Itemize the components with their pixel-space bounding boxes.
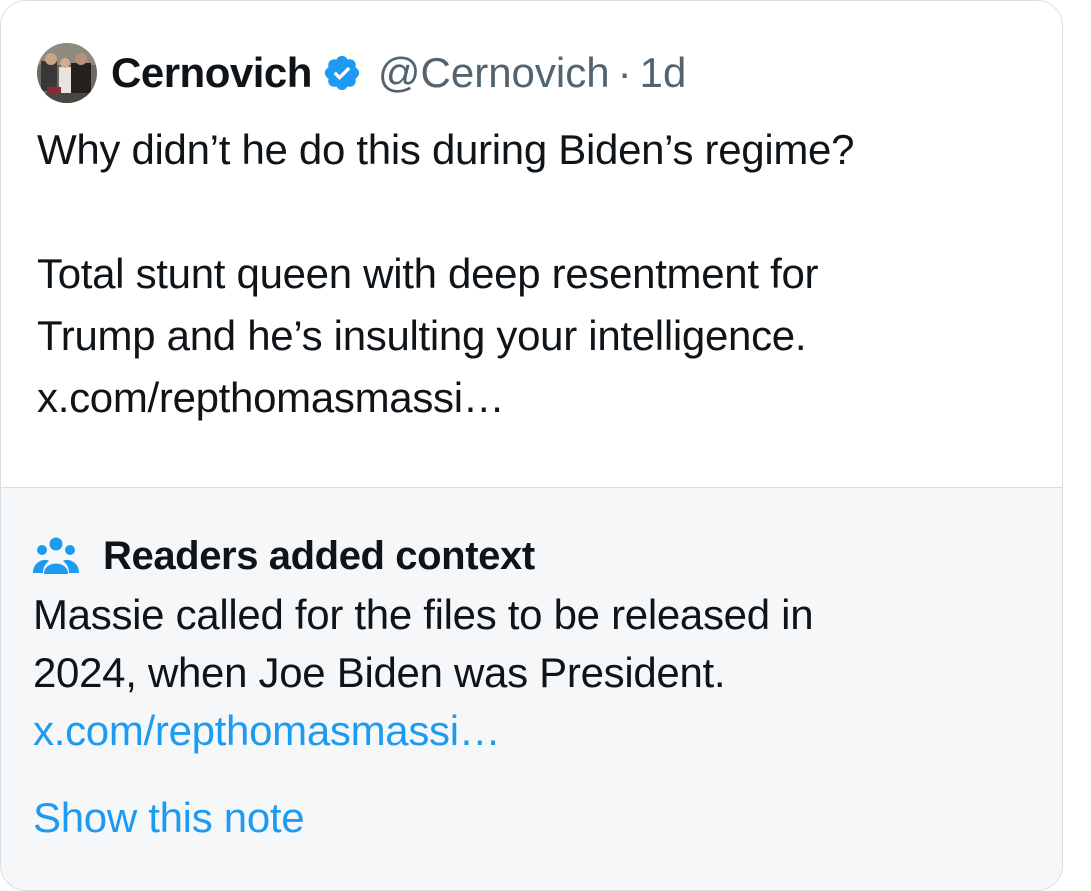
tweet-header: Cernovich @Cernovich · 1d — [37, 43, 686, 103]
people-icon — [33, 536, 79, 576]
timestamp[interactable]: 1d — [640, 49, 687, 97]
note-line: 2024, when Joe Biden was President. — [33, 649, 726, 696]
display-name[interactable]: Cernovich — [111, 49, 312, 97]
community-note-header: Readers added context — [33, 533, 535, 578]
note-link[interactable]: x.com/repthomasmassi… — [33, 702, 1033, 760]
avatar-photo-icon — [37, 43, 97, 103]
show-this-note-link[interactable]: Show this note — [33, 794, 305, 842]
community-note: Readers added context Massie called for … — [1, 487, 1062, 890]
tweet-text: Why didn’t he do this during Biden’s reg… — [37, 119, 1027, 429]
tweet[interactable]: Cernovich @Cernovich · 1d Why didn’t he … — [1, 1, 1062, 487]
note-line: Massie called for the files to be releas… — [33, 591, 814, 638]
tweet-card[interactable]: Cernovich @Cernovich · 1d Why didn’t he … — [0, 0, 1063, 891]
tweet-line: Trump and he’s insulting your intelligen… — [37, 312, 807, 359]
tweet-line: Why didn’t he do this during Biden’s reg… — [37, 126, 855, 173]
community-note-text: Massie called for the files to be releas… — [33, 586, 1033, 760]
community-note-title: Readers added context — [103, 533, 535, 578]
handle[interactable]: @Cernovich — [378, 49, 610, 97]
tweet-line: Total stunt queen with deep resentment f… — [37, 250, 819, 297]
verified-badge-icon — [322, 53, 362, 93]
avatar[interactable] — [37, 43, 97, 103]
tweet-link[interactable]: x.com/repthomasmassi… — [37, 367, 1027, 429]
separator-dot: · — [617, 49, 632, 96]
